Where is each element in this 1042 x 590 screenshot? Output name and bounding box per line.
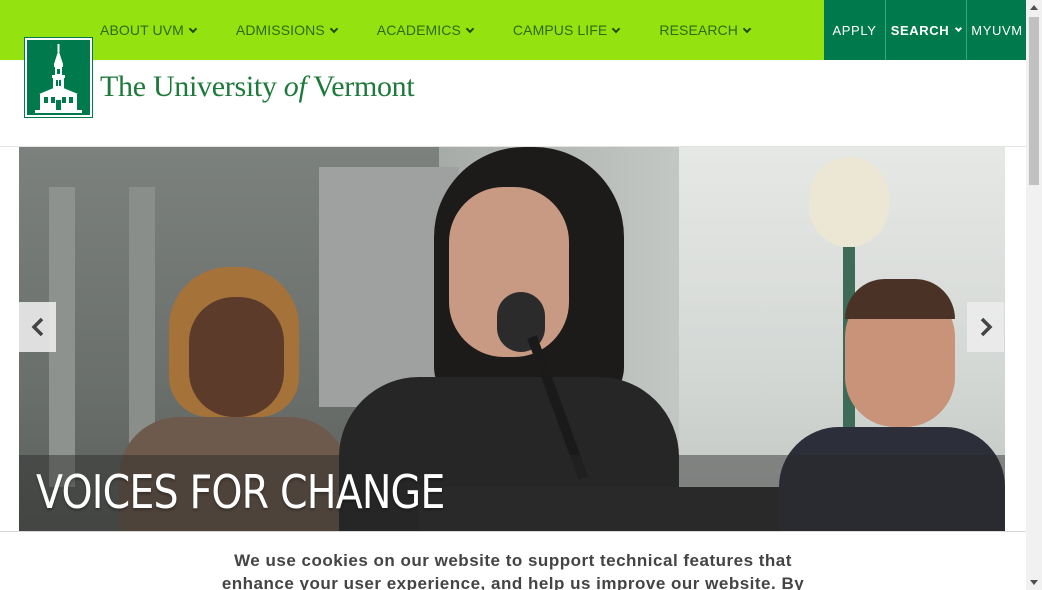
university-wordmark[interactable]: The University of Vermont bbox=[100, 70, 415, 104]
nav-item-research[interactable]: RESEARCH bbox=[659, 22, 752, 38]
person-face bbox=[189, 297, 284, 417]
chevron-down-icon bbox=[742, 24, 752, 33]
myuvm-button[interactable]: MYUVM bbox=[966, 0, 1027, 60]
uvm-logo[interactable] bbox=[24, 37, 93, 118]
top-navigation-bar: ABOUT UVM ADMISSIONS ACADEMICS CAMPUS LI… bbox=[0, 0, 1027, 60]
nav-item-campus-life[interactable]: CAMPUS LIFE bbox=[512, 22, 621, 38]
search-label: SEARCH bbox=[890, 22, 950, 38]
wordmark-of: of bbox=[283, 70, 307, 103]
scroll-up-arrow-icon[interactable] bbox=[1026, 0, 1042, 16]
chevron-right-icon bbox=[980, 317, 992, 337]
slider-next-button[interactable] bbox=[967, 302, 1004, 352]
nav-label: CAMPUS LIFE bbox=[512, 22, 608, 38]
cookie-message: We use cookies on our website to support… bbox=[0, 549, 1026, 590]
page-scrollbar[interactable] bbox=[1026, 0, 1042, 590]
chevron-down-icon bbox=[465, 24, 475, 33]
chevron-down-icon bbox=[955, 24, 963, 33]
nav-item-about-uvm[interactable]: ABOUT UVM bbox=[100, 22, 198, 38]
nav-label: ADMISSIONS bbox=[235, 22, 325, 38]
slider-prev-button[interactable] bbox=[19, 302, 56, 352]
hero-slide-image[interactable]: VOICES FOR CHANGE bbox=[19, 147, 1005, 531]
main-nav: ABOUT UVM ADMISSIONS ACADEMICS CAMPUS LI… bbox=[100, 0, 790, 60]
nav-item-academics[interactable]: ACADEMICS bbox=[376, 22, 475, 38]
utility-nav: APPLY SEARCH MYUVM bbox=[824, 0, 1027, 60]
wordmark-prefix: The University bbox=[100, 70, 284, 103]
scroll-thumb[interactable] bbox=[1029, 17, 1039, 185]
chevron-left-icon bbox=[31, 317, 43, 337]
search-button[interactable]: SEARCH bbox=[885, 0, 966, 60]
street-lamp-globe bbox=[809, 157, 889, 247]
scroll-down-arrow-icon[interactable] bbox=[1026, 574, 1042, 590]
nav-label: ACADEMICS bbox=[376, 22, 461, 38]
nav-label: ABOUT UVM bbox=[100, 22, 184, 38]
cookie-banner: We use cookies on our website to support… bbox=[0, 531, 1026, 590]
cookie-line-2: enhance your user experience, and help u… bbox=[221, 574, 805, 590]
wordmark-suffix: Vermont bbox=[306, 70, 415, 103]
chevron-down-icon bbox=[612, 24, 621, 33]
chevron-down-icon bbox=[188, 24, 198, 33]
uvm-homepage: ABOUT UVM ADMISSIONS ACADEMICS CAMPUS LI… bbox=[0, 0, 1042, 590]
old-mill-tower-icon bbox=[27, 40, 90, 115]
apply-button[interactable]: APPLY bbox=[824, 0, 885, 60]
hero-caption[interactable]: VOICES FOR CHANGE bbox=[36, 465, 445, 519]
chevron-down-icon bbox=[329, 24, 339, 33]
nav-label: RESEARCH bbox=[659, 22, 738, 38]
nav-item-admissions[interactable]: ADMISSIONS bbox=[235, 22, 339, 38]
cookie-line-1: We use cookies on our website to support… bbox=[234, 551, 792, 570]
